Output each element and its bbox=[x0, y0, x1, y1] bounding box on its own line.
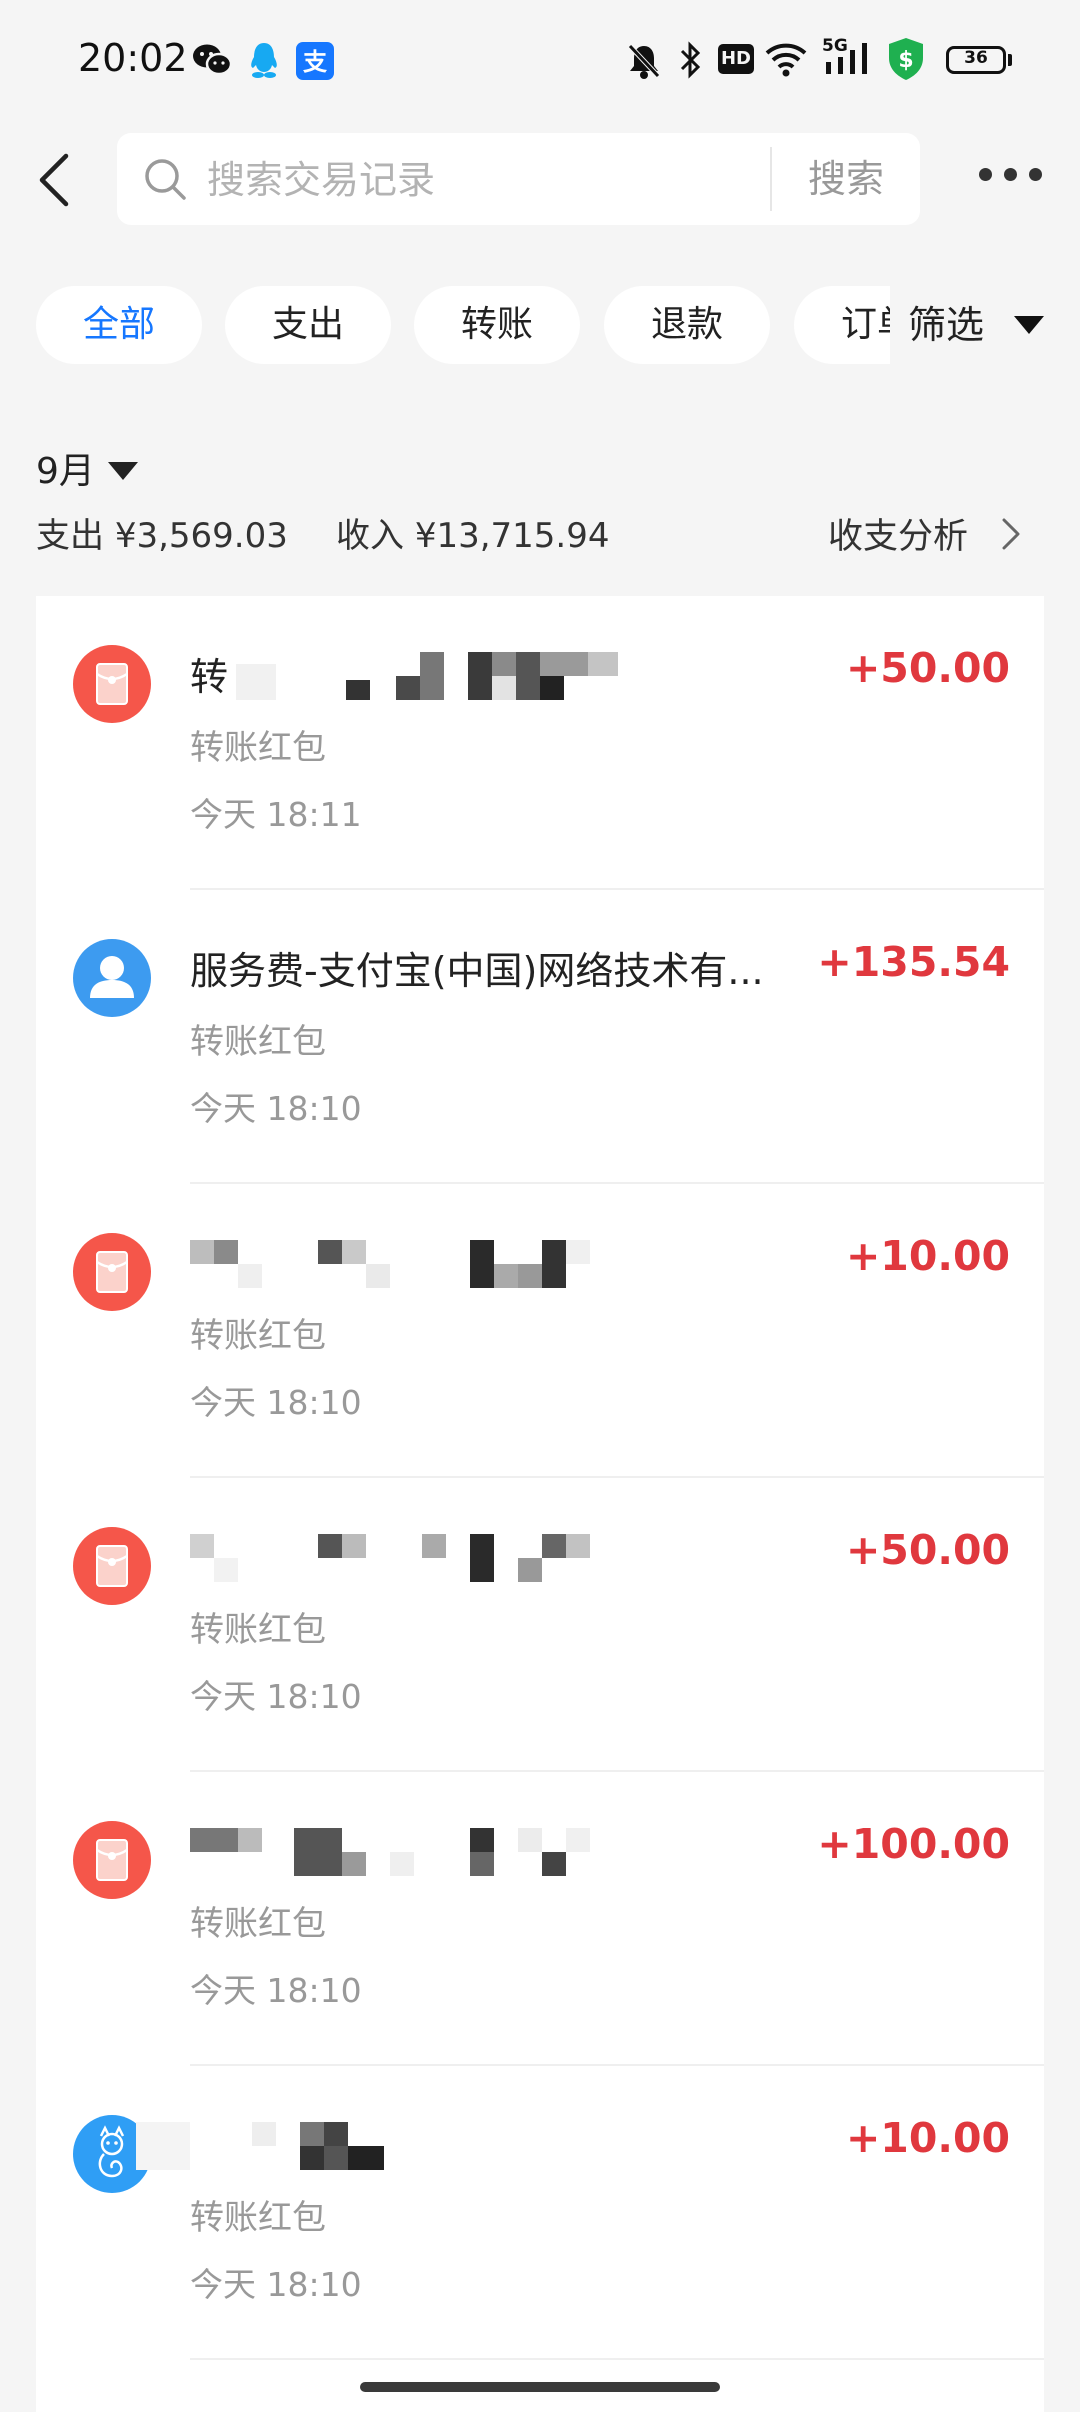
transaction-amount: +50.00 bbox=[845, 1526, 1010, 1574]
transaction-row[interactable]: 转账红包 今天 18:10 +10.00 bbox=[36, 1184, 1044, 1478]
income-summary: 收入 ¥13,715.94 bbox=[336, 508, 609, 557]
row-divider bbox=[190, 2358, 1044, 2360]
status-time: 20:02 bbox=[78, 36, 188, 80]
chip-expense[interactable]: 支出 bbox=[225, 286, 391, 364]
filter-chips: 全部 支出 转账 退款 订单 筛选 bbox=[0, 286, 1080, 366]
red-packet-icon bbox=[73, 1233, 151, 1311]
mute-bell-icon bbox=[628, 44, 660, 79]
signal-icon bbox=[826, 43, 867, 74]
income-label: 收入 bbox=[336, 516, 404, 556]
battery-tip bbox=[1008, 54, 1012, 66]
svg-text:支: 支 bbox=[303, 48, 328, 76]
transaction-category: 转账红包 bbox=[190, 1022, 326, 1062]
transaction-time: 今天 18:10 bbox=[190, 1971, 362, 2010]
transaction-row[interactable]: 服务费-支付宝(中国)网络技术有... 转账红包 今天 18:10 +135.5… bbox=[36, 890, 1044, 1184]
transaction-time: 今天 18:11 bbox=[190, 795, 362, 834]
home-indicator[interactable] bbox=[360, 2382, 720, 2392]
month-label: 9月 bbox=[36, 451, 95, 492]
income-total: ¥13,715.94 bbox=[414, 516, 610, 556]
battery-icon: 36 bbox=[946, 46, 1006, 74]
blurred-name bbox=[236, 652, 630, 700]
chip-scroller[interactable]: 全部 支出 转账 退款 订单 bbox=[0, 286, 890, 366]
more-dot-icon bbox=[1029, 168, 1042, 181]
more-dot-icon bbox=[1004, 168, 1017, 181]
svg-text:$: $ bbox=[898, 48, 913, 73]
transaction-category: 转账红包 bbox=[190, 2198, 326, 2238]
transaction-time: 今天 18:10 bbox=[190, 2265, 362, 2304]
chip-order[interactable]: 订单 bbox=[794, 286, 890, 364]
expense-total: ¥3,569.03 bbox=[114, 516, 288, 556]
chevron-left-icon bbox=[39, 153, 69, 207]
transaction-time: 今天 18:10 bbox=[190, 1089, 362, 1128]
more-dot-icon bbox=[979, 168, 992, 181]
transaction-amount: +50.00 bbox=[845, 644, 1010, 692]
filter-dropdown-icon bbox=[1014, 316, 1044, 334]
wifi-icon bbox=[765, 43, 807, 77]
blurred-name bbox=[190, 1828, 630, 1876]
month-selector[interactable]: 9月 bbox=[36, 442, 138, 498]
qq-icon bbox=[251, 43, 277, 78]
transaction-time: 今天 18:10 bbox=[190, 1383, 362, 1422]
transaction-title: 服务费-支付宝(中国)网络技术有... bbox=[190, 949, 764, 993]
search-button[interactable]: 搜索 bbox=[772, 133, 920, 225]
alipay-icon: 支 bbox=[296, 42, 334, 80]
back-button[interactable] bbox=[32, 140, 80, 220]
expense-summary: 支出 ¥3,569.03 bbox=[36, 508, 288, 557]
red-packet-icon bbox=[73, 1821, 151, 1899]
search-box[interactable]: 搜索 bbox=[117, 133, 920, 225]
red-packet-icon bbox=[73, 1527, 151, 1605]
transaction-time: 今天 18:10 bbox=[190, 1677, 362, 1716]
transaction-row[interactable]: 转账红包 今天 18:10 +10.00 bbox=[36, 2066, 1044, 2360]
battery-level: 36 bbox=[964, 48, 988, 68]
transaction-category: 转账红包 bbox=[190, 1316, 326, 1356]
chip-refund[interactable]: 退款 bbox=[604, 286, 770, 364]
blurred-name bbox=[136, 2122, 456, 2170]
transaction-category: 转账红包 bbox=[190, 1610, 326, 1650]
transaction-amount: +10.00 bbox=[845, 2114, 1010, 2162]
chevron-right-icon bbox=[1002, 518, 1020, 550]
transaction-row[interactable]: 转账红包 今天 18:10 +100.00 bbox=[36, 1772, 1044, 2066]
transaction-row[interactable]: 转账红包 今天 18:10 +50.00 bbox=[36, 1478, 1044, 1772]
red-packet-icon bbox=[73, 645, 151, 723]
status-bar: 20:02 支 HD 5G $ 36 bbox=[0, 0, 1080, 120]
security-shield-icon: $ bbox=[889, 38, 923, 80]
hd-badge: HD bbox=[718, 44, 754, 74]
transaction-amount: +100.00 bbox=[817, 1820, 1010, 1868]
transaction-category: 转账红包 bbox=[190, 728, 326, 768]
analysis-link[interactable]: 收支分析 bbox=[828, 508, 968, 559]
month-dropdown-icon bbox=[108, 462, 138, 480]
person-avatar-icon bbox=[73, 939, 151, 1017]
bluetooth-icon bbox=[680, 41, 701, 79]
chip-all[interactable]: 全部 bbox=[36, 286, 202, 364]
blurred-name bbox=[190, 1534, 630, 1582]
transaction-list[interactable]: 转 转账红包 今天 18:11 +50.00 服务费-支付宝(中国)网络技术有.… bbox=[36, 596, 1044, 2412]
more-options-button[interactable] bbox=[975, 160, 1045, 190]
blurred-name bbox=[190, 1240, 630, 1288]
search-icon bbox=[145, 159, 186, 200]
transaction-amount: +10.00 bbox=[845, 1232, 1010, 1280]
search-input[interactable] bbox=[205, 151, 749, 209]
chip-transfer[interactable]: 转账 bbox=[414, 286, 580, 364]
filter-button[interactable]: 筛选 bbox=[908, 286, 984, 364]
wechat-icon bbox=[193, 44, 232, 76]
transaction-row[interactable]: 转 转账红包 今天 18:11 +50.00 bbox=[36, 596, 1044, 890]
transaction-amount: +135.54 bbox=[817, 938, 1010, 986]
transaction-category: 转账红包 bbox=[190, 1904, 326, 1944]
expense-label: 支出 bbox=[36, 516, 104, 556]
transaction-title: 转 bbox=[190, 655, 229, 699]
